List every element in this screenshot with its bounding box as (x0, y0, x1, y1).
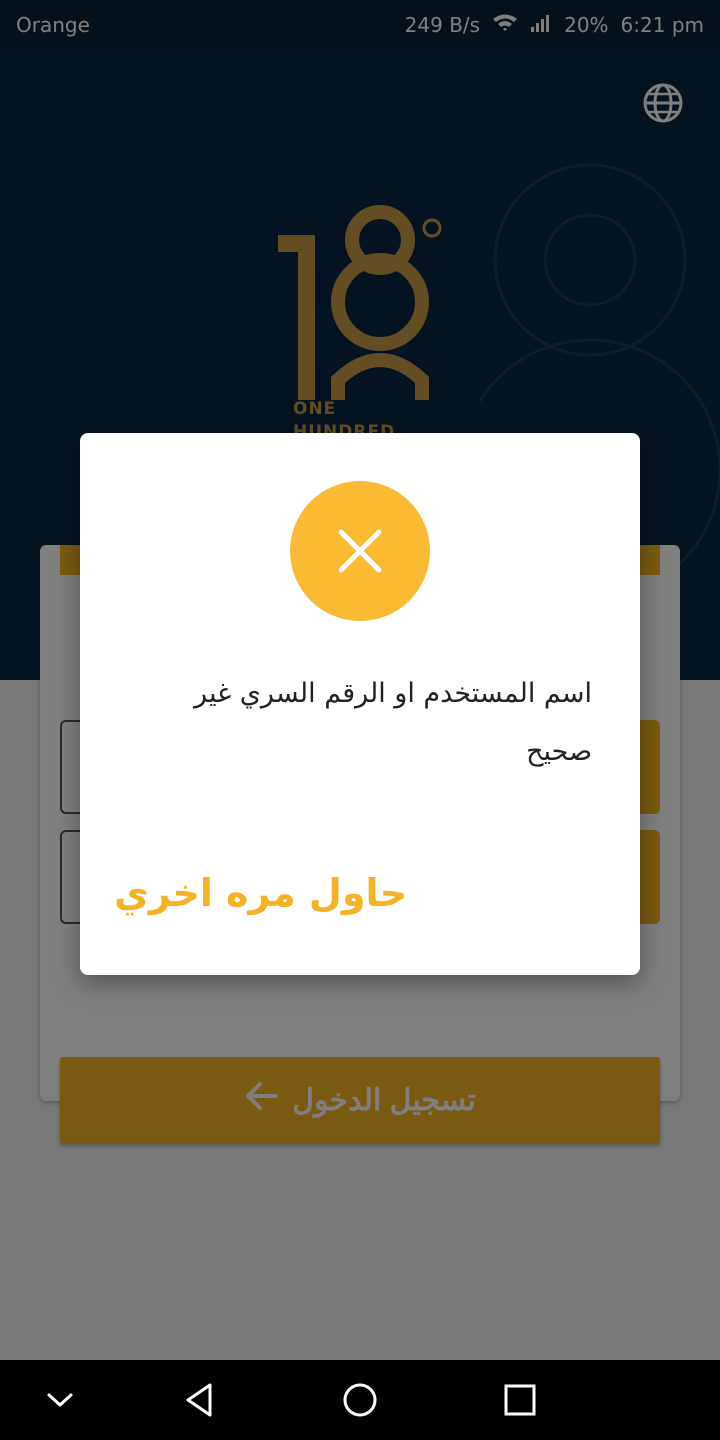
login-screen: Orange 249 B/s 20% 6:21 pm (0, 0, 720, 1440)
retry-button[interactable]: حاول مره اخري (114, 863, 407, 923)
error-message: اسم المستخدم او الرقم السري غير صحيح (194, 678, 592, 767)
home-circle-icon[interactable] (336, 1376, 384, 1424)
error-icon-badge (290, 481, 430, 621)
error-dialog: اسم المستخدم او الرقم السري غير صحيح حاو… (80, 433, 640, 975)
back-triangle-icon[interactable] (176, 1376, 224, 1424)
close-icon (338, 529, 382, 573)
chevron-down-icon[interactable] (36, 1376, 84, 1424)
system-nav-bar (0, 1360, 720, 1440)
recents-square-icon[interactable] (496, 1376, 544, 1424)
